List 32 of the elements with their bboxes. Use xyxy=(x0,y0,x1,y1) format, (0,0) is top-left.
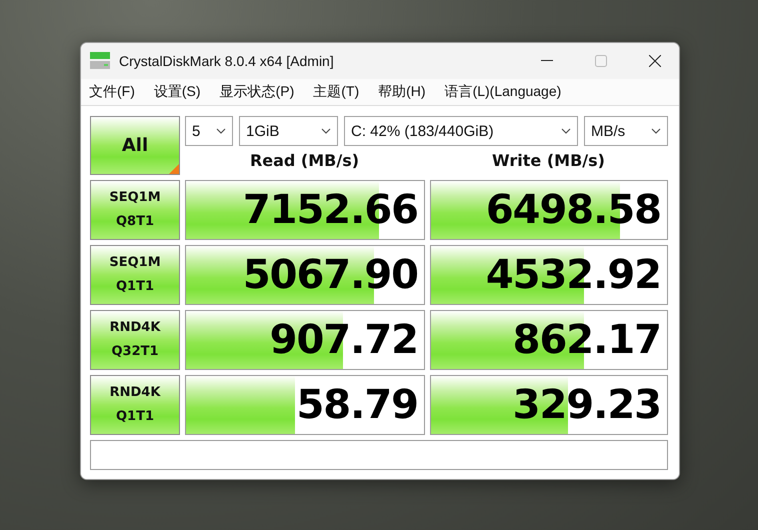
speed-value: 907.72 xyxy=(270,317,418,363)
dropdown[interactable]: C: 42% (183/440GiB) xyxy=(344,116,578,146)
speed-value: 58.79 xyxy=(296,382,418,428)
comment-field[interactable] xyxy=(90,440,668,470)
minimize-icon xyxy=(541,60,553,62)
menu-item[interactable]: 帮助(H) xyxy=(378,83,426,101)
dropdown[interactable]: MB/s xyxy=(584,116,668,146)
close-icon xyxy=(649,55,661,67)
run-all-button[interactable]: All xyxy=(90,116,180,175)
caret-icon xyxy=(216,128,226,134)
maximize-icon xyxy=(595,55,607,67)
test-button[interactable]: SEQ1M Q1T1 xyxy=(90,245,180,305)
disk-drive-icon xyxy=(89,50,111,72)
test-button[interactable]: SEQ1M Q8T1 xyxy=(90,180,180,240)
test-button[interactable]: RND4K Q1T1 xyxy=(90,375,180,435)
corner-triangle-icon xyxy=(169,164,179,174)
menu-item[interactable]: 设置(S) xyxy=(154,83,201,101)
speed-value: 329.23 xyxy=(512,382,661,428)
dropdown[interactable]: 1GiB xyxy=(239,116,338,146)
caret-icon xyxy=(651,128,661,134)
menu-item[interactable]: 显示状态(P) xyxy=(220,83,294,101)
menu-item[interactable]: 语言(L)(Language) xyxy=(444,83,562,101)
caret-icon xyxy=(561,128,571,134)
menu-item[interactable]: 主题(T) xyxy=(313,83,360,101)
speed-value: 862.17 xyxy=(512,317,661,363)
caret-icon xyxy=(321,128,331,134)
column-header: Read (MB/s) xyxy=(248,151,360,170)
window-title: CrystalDiskMark 8.0.4 x64 [Admin] xyxy=(119,53,335,69)
test-button[interactable]: RND4K Q32T1 xyxy=(90,310,180,370)
dropdown[interactable]: 5 xyxy=(185,116,233,146)
menu-item[interactable]: 文件(F) xyxy=(89,83,135,101)
column-header: Write (MB/s) xyxy=(491,151,606,170)
